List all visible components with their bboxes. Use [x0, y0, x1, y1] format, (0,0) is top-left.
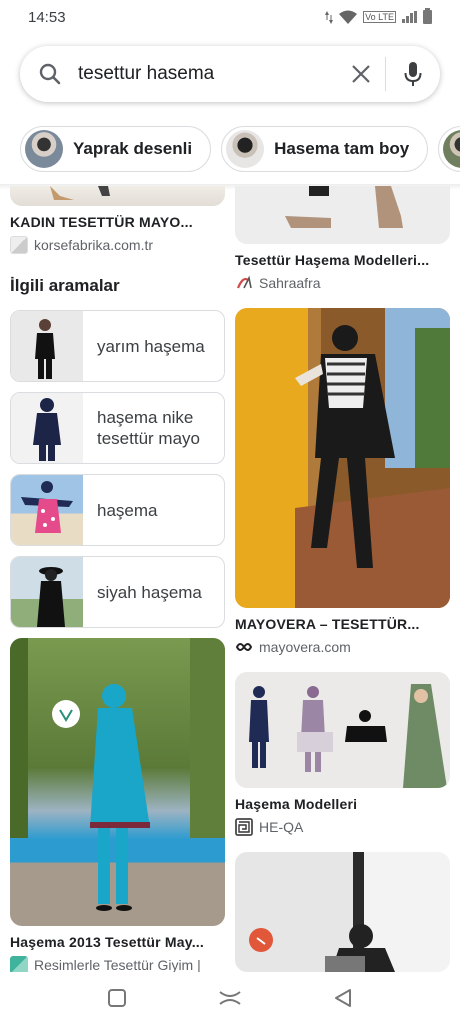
result-source-text: mayovera.com	[259, 639, 351, 655]
volte-badge: Vo LTE	[363, 11, 396, 23]
result-image[interactable]	[10, 186, 225, 206]
wifi-icon	[339, 10, 358, 24]
chip-thumbnail	[443, 130, 460, 168]
result-image[interactable]	[10, 638, 225, 926]
related-thumbnail	[11, 557, 83, 627]
result-source-text: Sahraafra	[259, 275, 321, 291]
result-source-text: HE-QA	[259, 819, 304, 835]
recents-icon	[107, 989, 126, 1007]
result-source-text: korsefabrika.com.tr	[34, 237, 154, 253]
result-title[interactable]: KADIN TESETTÜR MAYO...	[10, 214, 225, 230]
image-figure	[295, 308, 450, 608]
home-icon	[219, 991, 241, 1005]
related-search-label: haşema	[97, 500, 158, 520]
back-button[interactable]	[328, 983, 358, 1013]
status-icons: Vo LTE	[325, 8, 432, 24]
result-image[interactable]	[235, 852, 450, 972]
result-title[interactable]: Haşema 2013 Tesettür May...	[10, 934, 225, 950]
search-input[interactable]	[78, 63, 351, 85]
clear-icon[interactable]	[351, 64, 371, 84]
related-thumbnail	[11, 311, 83, 381]
result-source[interactable]: HE-QA	[235, 818, 450, 836]
image-figure	[249, 684, 447, 788]
microphone-icon[interactable]	[404, 61, 422, 87]
sahraafra-logo-icon	[236, 275, 252, 289]
related-search-label: yarım haşema	[97, 336, 205, 356]
mayovera-logo-icon	[235, 643, 253, 651]
battery-icon	[423, 8, 432, 24]
result-title[interactable]: Haşema Modelleri	[235, 796, 450, 812]
result-source[interactable]: mayovera.com	[235, 638, 450, 656]
image-figure	[249, 924, 395, 972]
related-thumbnail	[11, 393, 83, 463]
related-search-item[interactable]: haşema nike tesettür mayo	[10, 392, 225, 464]
android-nav-bar	[0, 972, 460, 1024]
results-left-column: KADIN TESETTÜR MAYO... korsefabrika.com.…	[10, 186, 225, 974]
heqa-logo-icon	[235, 818, 253, 836]
chip-more[interactable]	[438, 126, 460, 172]
image-figure	[10, 638, 225, 911]
home-button[interactable]	[215, 983, 245, 1013]
signal-icon	[402, 11, 417, 23]
chip-label: Hasema tam boy	[274, 139, 410, 158]
related-search-label: siyah haşema	[97, 582, 202, 602]
chip-label: Yaprak desenli	[73, 139, 193, 158]
related-thumbnail	[11, 475, 83, 545]
filter-chip-row: Yaprak desenli Hasema tam boy	[20, 126, 460, 174]
chip-thumbnail	[226, 130, 265, 168]
result-image[interactable]	[235, 186, 450, 244]
site-favicon-icon	[10, 236, 28, 254]
image-figure	[50, 186, 110, 200]
chip-hasema-tam-boy[interactable]: Hasema tam boy	[221, 126, 429, 172]
chip-yaprak-desenli[interactable]: Yaprak desenli	[20, 126, 212, 172]
result-title[interactable]: MAYOVERA – TESETTÜR...	[235, 616, 450, 632]
recents-button[interactable]	[102, 983, 132, 1013]
search-divider	[385, 57, 386, 91]
image-figure	[285, 186, 403, 228]
result-source-text: Resimlerle Tesettür Giyim |	[34, 957, 201, 973]
result-source[interactable]: Sahraafra	[235, 274, 450, 292]
related-searches-heading: İlgili aramalar	[10, 276, 120, 295]
related-search-item[interactable]: siyah haşema	[10, 556, 225, 628]
result-image[interactable]	[235, 672, 450, 788]
result-title[interactable]: Tesettür Haşema Modelleri...	[235, 252, 450, 268]
related-search-item[interactable]: yarım haşema	[10, 310, 225, 382]
data-arrows-icon	[325, 10, 334, 24]
status-time: 14:53	[28, 8, 66, 26]
results-right-column: Tesettür Haşema Modelleri... Sahraafra M…	[235, 186, 450, 972]
related-search-label: haşema nike tesettür mayo	[97, 408, 200, 448]
back-icon	[335, 989, 352, 1007]
search-box[interactable]	[20, 46, 440, 102]
result-image[interactable]	[235, 308, 450, 608]
related-search-item[interactable]: haşema	[10, 474, 225, 546]
search-icon[interactable]	[38, 62, 62, 86]
status-bar: 14:53 Vo LTE	[0, 0, 460, 34]
result-source[interactable]: korsefabrika.com.tr	[10, 236, 225, 254]
chip-thumbnail	[25, 130, 63, 168]
